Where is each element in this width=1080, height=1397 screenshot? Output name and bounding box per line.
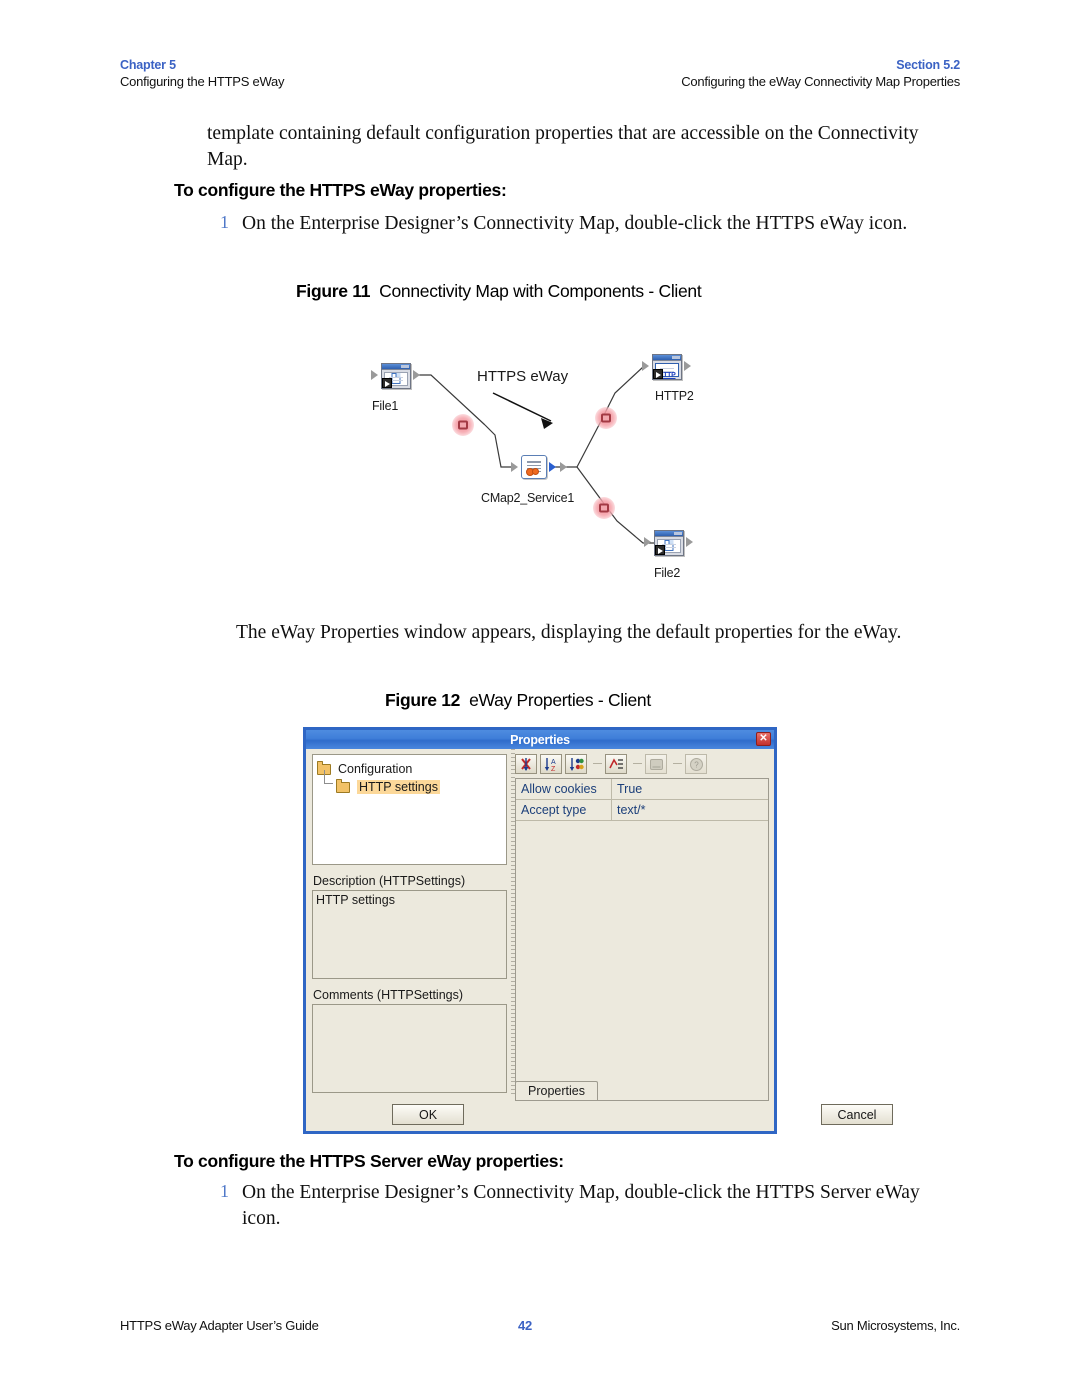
property-value[interactable]: text/*	[612, 800, 768, 821]
property-row[interactable]: Allow cookies True	[516, 779, 768, 800]
adapter-badge-icon	[653, 369, 663, 379]
toolbar-separator	[673, 763, 682, 764]
connectivity-map-figure: File1 HTTP HTTP2 CMap2_Service1 File2 HT…	[355, 345, 725, 590]
property-key: Allow cookies	[516, 779, 612, 800]
running-head: Chapter 5 Configuring the HTTPS eWay Sec…	[120, 57, 960, 101]
section-title: Configuring the eWay Connectivity Map Pr…	[681, 74, 960, 89]
page-icon[interactable]	[645, 753, 667, 774]
node-label-file1: File1	[372, 399, 399, 413]
figure-12-number: Figure 12	[385, 690, 461, 710]
dialog-left-panel: Configuration HTTP settings Description …	[306, 749, 511, 1131]
tree-item-label: HTTP settings	[357, 780, 440, 794]
intro-paragraph: template containing default configuratio…	[207, 123, 919, 170]
port-in-service	[511, 462, 518, 472]
running-head-right: Section 5.2 Configuring the eWay Connect…	[681, 57, 960, 90]
sort-categorized-icon[interactable]	[515, 753, 537, 774]
description-label: Description (HTTPSettings)	[313, 874, 466, 888]
close-icon[interactable]: ✕	[756, 732, 771, 746]
chapter-label: Chapter 5	[120, 58, 176, 72]
port-out-file2	[686, 537, 693, 547]
step-text: On the Enterprise Designer’s Connectivit…	[242, 213, 908, 234]
figure-12-title: eWay Properties - Client	[469, 690, 651, 710]
footer-document-title: HTTPS eWay Adapter User’s Guide	[120, 1318, 319, 1333]
port-out-http2	[684, 361, 691, 371]
dialog-titlebar: Properties ✕	[306, 730, 774, 749]
node-icon-file1[interactable]	[381, 363, 411, 389]
connector-node-service-file2[interactable]	[593, 497, 615, 519]
comments-textarea[interactable]	[312, 1004, 507, 1093]
chapter-title: Configuring the HTTPS eWay	[120, 74, 285, 89]
footer-company: Sun Microsystems, Inc.	[831, 1318, 960, 1333]
node-icon-service[interactable]	[521, 455, 547, 479]
procedure-step-client: 1 On the Enterprise Designer’s Connectiv…	[207, 211, 937, 237]
port-out-service-blue	[549, 462, 556, 472]
cancel-button[interactable]: Cancel	[821, 1104, 893, 1125]
tree-item-configuration[interactable]: Configuration	[317, 760, 502, 778]
procedure-step-server: 1 On the Enterprise Designer’s Connectiv…	[207, 1180, 937, 1231]
property-key: Accept type	[516, 800, 612, 821]
node-titlebar	[655, 531, 683, 537]
port-in-file2	[644, 537, 651, 547]
property-value[interactable]: True	[612, 779, 768, 800]
property-grid[interactable]: Allow cookies True Accept type text/*	[515, 778, 769, 1101]
dialog-title: Properties	[510, 732, 570, 747]
svg-text:Z: Z	[551, 766, 556, 773]
sort-alphabetic-icon[interactable]: A Z	[540, 753, 562, 774]
dialog-right-panel: A Z ? Allow cookies True Accept type tex…	[511, 749, 893, 1131]
properties-dialog: Properties ✕ Configuration HTTP settings…	[303, 727, 893, 1134]
port-out-file1	[413, 370, 420, 380]
procedure-heading-client: To configure the HTTPS eWay properties:	[174, 180, 507, 200]
node-titlebar	[382, 364, 410, 370]
step-number: 1	[220, 212, 229, 232]
adapter-badge-icon	[382, 378, 392, 388]
ok-button[interactable]: OK	[392, 1104, 464, 1125]
configuration-tree[interactable]: Configuration HTTP settings	[312, 754, 507, 865]
figure-11-title: Connectivity Map with Components - Clien…	[379, 281, 702, 301]
property-row[interactable]: Accept type text/*	[516, 800, 768, 821]
node-icon-http2[interactable]: HTTP	[652, 354, 682, 380]
step-number: 1	[220, 1181, 229, 1201]
toolbar-separator	[633, 763, 642, 764]
svg-text:?: ?	[694, 760, 699, 769]
running-head-left: Chapter 5 Configuring the HTTPS eWay	[120, 57, 285, 90]
node-label-service: CMap2_Service1	[481, 491, 575, 505]
step-text: On the Enterprise Designer’s Connectivit…	[242, 1182, 920, 1229]
tree-item-http-settings[interactable]: HTTP settings	[317, 770, 502, 796]
annotation-https-eway: HTTPS eWay	[477, 368, 569, 385]
procedure-heading-server: To configure the HTTPS Server eWay prope…	[174, 1151, 564, 1171]
node-titlebar	[653, 355, 681, 361]
port-in-file1	[371, 370, 378, 380]
description-textarea[interactable]: HTTP settings	[312, 890, 507, 979]
folder-icon	[336, 778, 350, 793]
svg-text:A: A	[551, 759, 556, 766]
tree-item-label: Configuration	[338, 762, 413, 776]
port-out-service	[560, 462, 567, 472]
page-number: 42	[518, 1318, 532, 1333]
figure-11-number: Figure 11	[296, 281, 371, 301]
figure-12-caption: Figure 12 eWay Properties - Client	[385, 690, 651, 711]
property-toolbar: A Z ?	[515, 753, 769, 774]
comments-label: Comments (HTTPSettings)	[313, 988, 464, 1002]
after-figure11-paragraph: The eWay Properties window appears, disp…	[236, 622, 902, 643]
port-in-http2	[642, 361, 649, 371]
figure-11-caption: Figure 11 Connectivity Map with Component…	[296, 281, 702, 302]
node-label-file2: File2	[654, 566, 681, 580]
show-description-icon[interactable]	[605, 753, 627, 774]
connector-node-https-eway[interactable]	[595, 407, 617, 429]
gear-icon-secondary	[532, 468, 539, 475]
tab-properties[interactable]: Properties	[515, 1081, 598, 1100]
help-icon[interactable]: ?	[685, 753, 707, 774]
node-icon-file2[interactable]	[654, 530, 684, 556]
adapter-badge-icon	[655, 545, 665, 555]
dialog-body: Configuration HTTP settings Description …	[306, 749, 893, 1131]
toolbar-separator	[593, 763, 602, 764]
node-label-http2: HTTP2	[655, 389, 694, 403]
section-label: Section 5.2	[896, 58, 960, 72]
connector-node-file1-service[interactable]	[452, 414, 474, 436]
sort-mixed-icon[interactable]	[565, 753, 587, 774]
